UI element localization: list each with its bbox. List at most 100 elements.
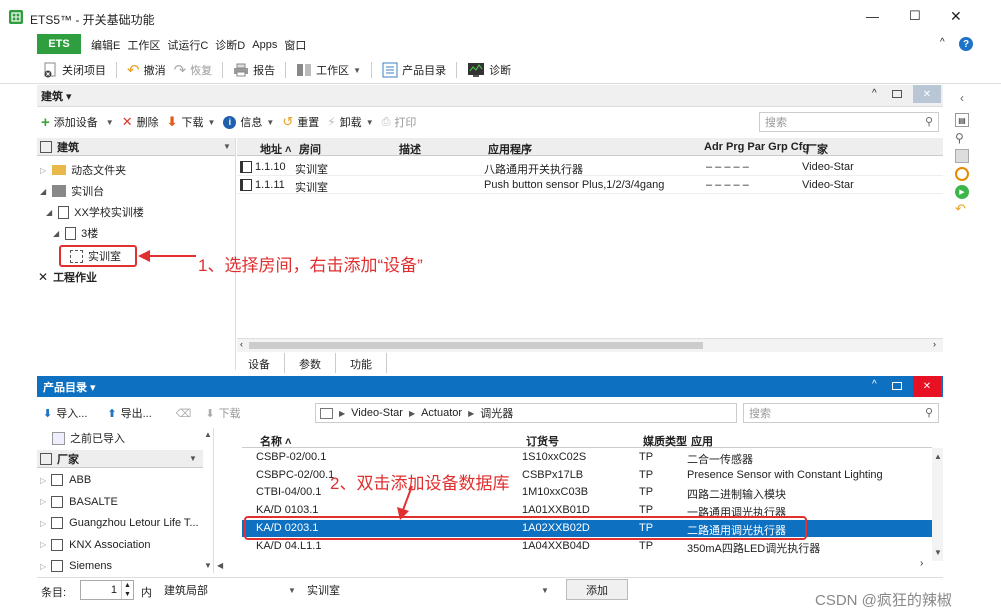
column-name[interactable]: 名称 ˄ bbox=[260, 433, 291, 449]
scroll-down-icon[interactable]: ▼ bbox=[204, 561, 212, 570]
tree-header[interactable]: 建筑 ▼ bbox=[37, 138, 235, 156]
building-panel-title[interactable]: 建筑 ▾ bbox=[41, 88, 72, 104]
add-button[interactable]: 添加 bbox=[566, 579, 628, 600]
clipboard-icon[interactable] bbox=[955, 149, 969, 163]
undo-history-icon[interactable]: ↶ bbox=[955, 201, 966, 217]
tab-0[interactable]: 设备 bbox=[237, 353, 285, 373]
undo-button[interactable]: ↶ 撤消 bbox=[123, 59, 170, 81]
column-medium[interactable]: 媒质类型 bbox=[643, 433, 687, 449]
tab-1[interactable]: 参数 bbox=[285, 353, 336, 373]
spinner-arrows-icon[interactable]: ▲ ▼ bbox=[121, 581, 133, 599]
vertical-scrollbar[interactable]: ▲ ▼ bbox=[932, 448, 943, 561]
report-button[interactable]: 报告 bbox=[229, 59, 279, 81]
import-button[interactable]: ⬇ 导入... bbox=[39, 402, 91, 424]
scroll-up-icon[interactable]: ▲ bbox=[204, 430, 212, 439]
properties-icon[interactable]: ▤ bbox=[955, 113, 969, 127]
manufacturer-header[interactable]: 厂家 ▼ bbox=[37, 450, 203, 468]
panel-close-icon[interactable]: ✕ bbox=[913, 376, 941, 397]
add-device-button[interactable]: + 添加设备 bbox=[37, 111, 102, 133]
history-icon[interactable] bbox=[955, 167, 969, 181]
tree-item-building[interactable]: ◢ XX学校实训楼 bbox=[46, 204, 144, 220]
delete-button[interactable]: ✕ 删除 bbox=[118, 111, 163, 133]
manufacturer-item[interactable]: ▷ BASALTE bbox=[37, 492, 118, 512]
manufacturer-item[interactable]: ▷ Siemens bbox=[37, 556, 112, 576]
horizontal-scrollbar[interactable]: ‹ › bbox=[237, 338, 943, 352]
panel-collapse-icon[interactable]: ^ bbox=[872, 379, 877, 390]
breadcrumb-item[interactable]: 调光器 bbox=[480, 405, 513, 421]
manufacturer-item[interactable]: ▷ Guangzhou Letour Life T... bbox=[37, 513, 199, 533]
ets-menu-button[interactable]: ETS bbox=[37, 34, 81, 54]
tree-item-dynamic-folder[interactable]: ▷ 动态文件夹 bbox=[40, 162, 126, 178]
tree-item-floor[interactable]: ◢ 3楼 bbox=[53, 225, 98, 241]
collapse-ribbon-icon[interactable]: ^ bbox=[940, 37, 945, 48]
print-button[interactable]: ⎙ 打印 bbox=[378, 111, 421, 133]
clear-filter-icon[interactable]: ⌫ bbox=[176, 407, 192, 420]
product-row[interactable]: KA/D 04.L1.1 1A04XXB04D TP 350mA四路LED调光执行器 bbox=[242, 538, 932, 555]
building-search-input[interactable]: 搜索 ⚲ bbox=[759, 112, 939, 132]
column-application[interactable]: 应用 bbox=[691, 433, 713, 449]
column-address[interactable]: 地址 ˄ bbox=[260, 141, 291, 157]
info-button[interactable]: i 信息 ▼ bbox=[219, 111, 278, 133]
expand-icon[interactable]: ▷ bbox=[40, 166, 46, 175]
reset-button[interactable]: ↺ 重置 bbox=[278, 111, 323, 133]
tab-2[interactable]: 功能 bbox=[336, 353, 387, 373]
collapse-left-icon[interactable]: ‹ bbox=[960, 91, 964, 105]
menu-item[interactable]: 诊断D bbox=[215, 37, 245, 53]
column-description[interactable]: 描述 bbox=[399, 141, 421, 157]
search-icon[interactable]: ⚲ bbox=[925, 406, 933, 419]
play-icon[interactable]: ▶ bbox=[955, 185, 969, 199]
search-icon[interactable]: ⚲ bbox=[955, 131, 964, 145]
menu-item[interactable]: 编辑E bbox=[91, 37, 120, 53]
manufacturer-item[interactable]: ▷ ABB bbox=[37, 470, 91, 490]
close-project-button[interactable]: 关闭项目 bbox=[38, 59, 110, 81]
scroll-left-icon[interactable]: ‹ bbox=[240, 339, 243, 349]
minimize-button[interactable]: — bbox=[866, 9, 879, 24]
device-row[interactable]: 1.1.11 实训室 Push button sensor Plus,1/2/3/4… bbox=[237, 177, 943, 194]
collapse-icon[interactable]: ◢ bbox=[46, 208, 52, 217]
help-icon[interactable]: ? bbox=[959, 37, 973, 51]
building-part-select[interactable]: 建筑局部 ▼ bbox=[164, 580, 302, 600]
scroll-down-icon[interactable]: ▼ bbox=[934, 548, 942, 557]
expand-icon[interactable]: ▷ bbox=[40, 519, 46, 528]
search-icon[interactable]: ⚲ bbox=[925, 115, 933, 128]
column-manufacturer[interactable]: 厂家 bbox=[806, 141, 828, 157]
menu-item[interactable]: 试运行C bbox=[167, 37, 208, 53]
catalog-button[interactable]: 产品目录 bbox=[378, 59, 450, 81]
export-button[interactable]: ⬆ 导出... bbox=[103, 402, 155, 424]
expand-icon[interactable]: ▷ bbox=[40, 476, 46, 485]
workspace-button[interactable]: 工作区 ▼ bbox=[292, 59, 365, 81]
column-room[interactable]: 房间 bbox=[299, 141, 321, 157]
tree-item-site[interactable]: ◢ 实训台 bbox=[40, 183, 104, 199]
expand-icon[interactable]: ▷ bbox=[40, 497, 46, 506]
tree-item-trades[interactable]: ✕ 工程作业 bbox=[38, 269, 97, 285]
breadcrumb-item[interactable]: Actuator bbox=[421, 407, 462, 419]
collapse-icon[interactable]: ◢ bbox=[53, 229, 59, 238]
scroll-right-icon[interactable]: › bbox=[920, 558, 923, 569]
catalog-search-input[interactable]: 搜索 ⚲ bbox=[743, 403, 939, 423]
tree-item-room[interactable]: 实训室 bbox=[59, 245, 137, 267]
expand-icon[interactable]: ▷ bbox=[40, 540, 46, 549]
scroll-up-icon[interactable]: ▲ bbox=[934, 452, 942, 461]
catalog-panel-title[interactable]: 产品目录 ▾ bbox=[43, 379, 96, 395]
panel-restore-icon[interactable] bbox=[892, 90, 902, 98]
close-button[interactable]: ✕ bbox=[950, 8, 962, 25]
menu-item[interactable]: Apps bbox=[252, 39, 277, 51]
expand-icon[interactable]: ▷ bbox=[40, 562, 46, 571]
column-order-number[interactable]: 订货号 bbox=[526, 433, 559, 449]
panel-collapse-icon[interactable]: ^ bbox=[872, 88, 877, 99]
device-row[interactable]: 1.1.10 实训室 八路通用开关执行器 – – – – – Video-Star bbox=[237, 159, 943, 176]
panel-close-icon[interactable]: ✕ bbox=[913, 85, 941, 103]
panel-restore-icon[interactable] bbox=[892, 382, 902, 390]
collapse-icon[interactable]: ◢ bbox=[40, 187, 46, 196]
catalog-download-button[interactable]: ⬇ 下载 bbox=[201, 402, 244, 424]
menu-item[interactable]: 窗口 bbox=[284, 37, 306, 53]
scroll-left-icon[interactable]: ◀ bbox=[217, 561, 223, 570]
scroll-right-icon[interactable]: › bbox=[933, 339, 936, 349]
unload-button[interactable]: ⚡ 卸载 ▼ bbox=[323, 111, 377, 133]
imported-item[interactable]: 之前已导入 bbox=[52, 430, 125, 446]
maximize-button[interactable]: ☐ bbox=[909, 8, 921, 24]
count-spinner[interactable]: 1 ▲ ▼ bbox=[80, 580, 134, 600]
room-select[interactable]: 实训室 ▼ bbox=[307, 580, 553, 600]
breadcrumb-item[interactable]: Video-Star bbox=[351, 407, 403, 419]
catalog-breadcrumb[interactable]: ▶ Video-Star ▶ Actuator ▶ 调光器 bbox=[315, 403, 737, 423]
